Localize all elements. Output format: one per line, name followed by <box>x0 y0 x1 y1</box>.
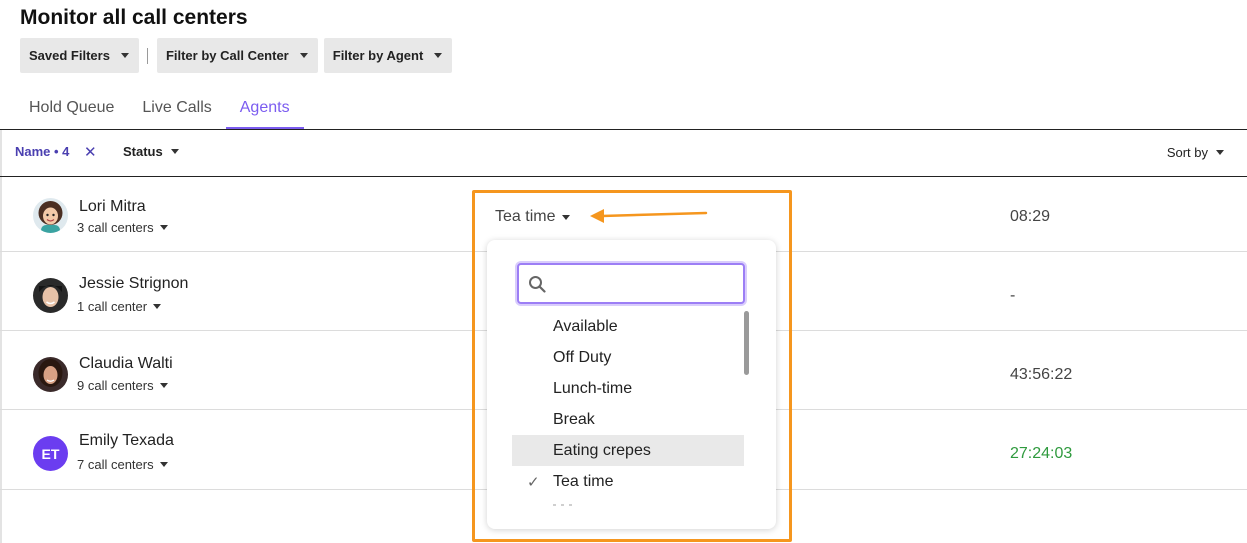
status-option-eating-crepes[interactable]: Eating crepes <box>512 435 744 466</box>
agent-call-centers-label: 7 call centers <box>77 457 154 472</box>
status-option-available[interactable]: Available <box>512 311 744 342</box>
agent-call-centers[interactable]: 3 call centers <box>77 220 168 235</box>
filter-separator <box>146 47 148 64</box>
sort-by-label: Sort by <box>1166 145 1208 160</box>
filter-bar: Saved Filters Filter by Call Center Filt… <box>20 38 453 73</box>
clear-name-filter-icon[interactable]: ✕ <box>84 143 97 161</box>
agent-status-label: Tea time <box>495 208 556 225</box>
agent-call-centers-label: 9 call centers <box>77 378 154 393</box>
tab-hold-queue[interactable]: Hold Queue <box>15 88 128 129</box>
status-option-label: Off Duty <box>553 348 612 366</box>
name-filter-chip[interactable]: Name • 4 <box>15 144 69 159</box>
status-option-label: Lunch-time <box>553 379 633 397</box>
status-option-break[interactable]: Break <box>512 404 744 435</box>
chevron-down-icon <box>1216 150 1224 155</box>
list-filter-row: Name • 4 ✕ Status Sort by <box>0 130 1247 176</box>
agent-status-dropdown-trigger[interactable]: Tea time <box>495 208 571 226</box>
agent-name: Lori Mitra <box>79 198 146 215</box>
status-search-input[interactable] <box>555 270 735 296</box>
agent-status-duration: - <box>1010 287 1016 304</box>
filter-by-agent-label: Filter by Agent <box>332 48 424 63</box>
saved-filters-label: Saved Filters <box>29 48 110 63</box>
agent-name: Emily Texada <box>79 432 174 449</box>
view-tabs: Hold Queue Live Calls Agents <box>15 88 304 130</box>
status-option-label: Tea time <box>553 472 614 490</box>
search-icon <box>529 276 546 293</box>
status-option-list: Available Off Duty Lunch-time Break Eati… <box>512 311 744 497</box>
filter-by-agent-button[interactable]: Filter by Agent <box>323 38 453 73</box>
status-option-label: Available <box>553 317 618 335</box>
agent-name: Claudia Walti <box>79 355 173 372</box>
status-filter-label: Status <box>123 144 163 159</box>
agent-call-centers-label: 1 call center <box>77 299 148 314</box>
avatar <box>33 357 68 392</box>
agent-status-duration: 27:24:03 <box>1010 445 1073 462</box>
status-option-label: Eating crepes <box>553 441 651 459</box>
status-search-field[interactable] <box>517 263 745 304</box>
chevron-down-icon <box>120 53 129 58</box>
agent-call-centers[interactable]: 1 call center <box>77 299 162 314</box>
chevron-down-icon <box>434 53 443 58</box>
chevron-down-icon <box>153 304 162 309</box>
filter-by-call-center-button[interactable]: Filter by Call Center <box>156 38 318 73</box>
agent-call-centers[interactable]: 9 call centers <box>77 378 168 393</box>
status-option-lunch-time[interactable]: Lunch-time <box>512 373 744 404</box>
sort-by-button[interactable]: Sort by <box>1167 145 1224 160</box>
avatar <box>33 278 68 313</box>
tab-agents[interactable]: Agents <box>225 88 304 129</box>
avatar <box>33 198 68 233</box>
chevron-down-icon <box>299 53 308 58</box>
status-filter-button[interactable]: Status <box>123 144 179 159</box>
avatar: ET <box>33 436 68 471</box>
chevron-down-icon <box>170 149 179 154</box>
chevron-down-icon <box>159 383 168 388</box>
agent-call-centers[interactable]: 7 call centers <box>77 457 168 472</box>
chevron-down-icon <box>159 225 168 230</box>
truncated-option-hint <box>553 504 572 506</box>
status-option-tea-time[interactable]: ✓ Tea time <box>512 466 744 497</box>
dropdown-scrollbar[interactable] <box>744 311 749 375</box>
chevron-down-icon <box>562 214 571 220</box>
status-dropdown-menu: Available Off Duty Lunch-time Break Eati… <box>487 240 776 529</box>
chevron-down-icon <box>159 462 168 467</box>
agent-name: Jessie Strignon <box>79 275 189 292</box>
checkmark-icon: ✓ <box>527 474 540 491</box>
agent-status-duration: 08:29 <box>1010 208 1051 225</box>
status-option-off-duty[interactable]: Off Duty <box>512 342 744 373</box>
saved-filters-button[interactable]: Saved Filters <box>20 38 139 73</box>
agent-status-duration: 43:56:22 <box>1010 366 1073 383</box>
filter-by-call-center-label: Filter by Call Center <box>165 48 289 63</box>
status-option-label: Break <box>553 410 595 428</box>
page-title: Monitor all call centers <box>20 6 248 29</box>
agent-call-centers-label: 3 call centers <box>77 220 154 235</box>
tab-live-calls[interactable]: Live Calls <box>128 88 225 129</box>
